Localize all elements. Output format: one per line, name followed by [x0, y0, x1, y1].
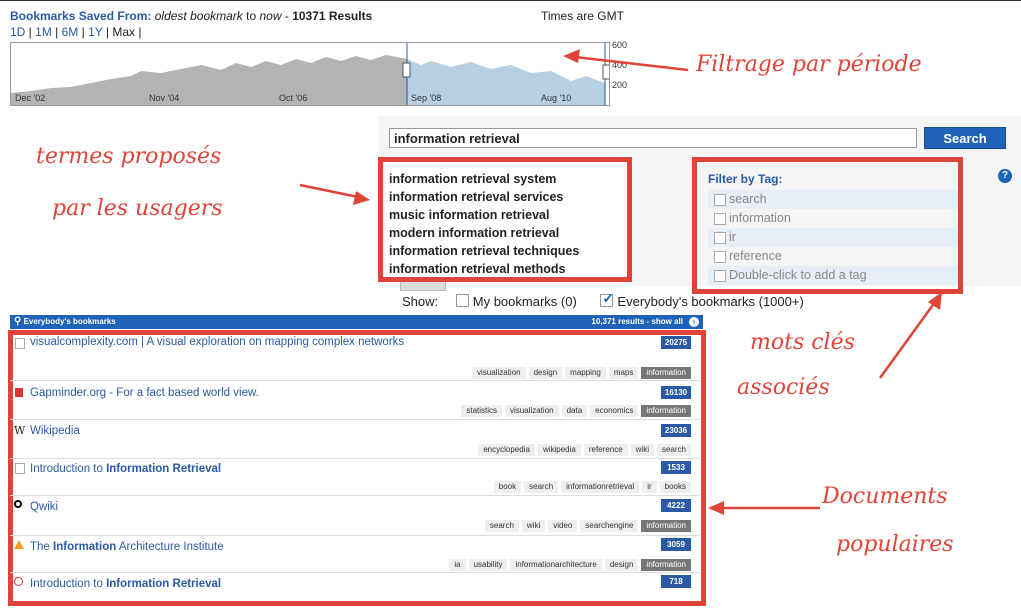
annotation-terms-line2: par les usagers	[52, 196, 223, 221]
annotation-kw-line2: associés	[737, 375, 830, 400]
annotation-docs-line2: populaires	[836, 532, 954, 557]
annotation-arrows	[299, 49, 942, 515]
annotation-kw-line1: mots clés	[750, 330, 855, 355]
annotation-terms-line1: termes proposés	[36, 144, 222, 169]
annotation-docs-line1: Documents	[822, 484, 948, 509]
annotation-filter: Filtrage par période	[696, 52, 922, 77]
